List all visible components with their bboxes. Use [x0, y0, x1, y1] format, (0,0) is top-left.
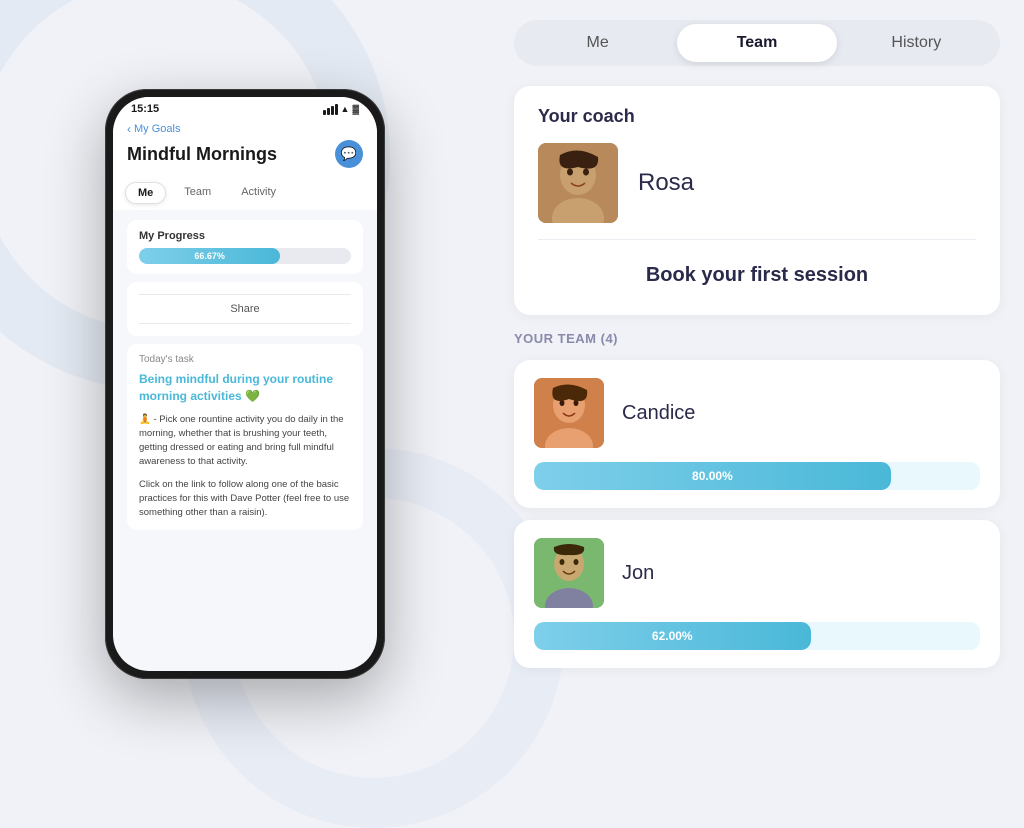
- phone-tab-me[interactable]: Me: [125, 182, 166, 204]
- header-row: Mindful Mornings 💬: [127, 140, 363, 168]
- right-panel: Me Team History Your coach: [490, 0, 1024, 768]
- top-tab-bar: Me Team History: [514, 20, 1000, 66]
- member-name-jon: Jon: [622, 562, 654, 585]
- member-name-candice: Candice: [622, 402, 695, 425]
- coach-avatar-svg: [538, 143, 618, 223]
- status-time: 15:15: [131, 103, 159, 115]
- team-member-card-candice: Candice 80.00%: [514, 360, 1000, 508]
- member-progress-text-candice: 80.00%: [692, 469, 733, 483]
- member-progress-fill-jon: 62.00%: [534, 622, 811, 650]
- team-section-label: YOUR TEAM (4): [514, 331, 1000, 346]
- tab-me[interactable]: Me: [518, 24, 677, 62]
- phone-header: ‹ My Goals Mindful Mornings 💬: [113, 118, 377, 176]
- team-member-card-jon: Jon 62.00%: [514, 520, 1000, 668]
- battery-icon: ▓: [352, 104, 359, 114]
- member-progress-bg-candice: 80.00%: [534, 462, 980, 490]
- task-body-1: 🧘 - Pick one rountine activity you do da…: [139, 413, 351, 470]
- signal-icon: [323, 104, 338, 115]
- coach-card-separator: [538, 239, 976, 240]
- book-session-button[interactable]: Book your first session: [538, 256, 976, 295]
- phone-page-title: Mindful Mornings: [127, 144, 277, 165]
- phone-tab-activity[interactable]: Activity: [229, 182, 288, 204]
- task-label: Today's task: [139, 354, 351, 365]
- member-progress-text-jon: 62.00%: [652, 629, 693, 643]
- coach-section-label: Your coach: [538, 106, 976, 127]
- member-header-candice: Candice: [534, 378, 980, 448]
- phone-tabs: Me Team Activity: [113, 176, 377, 210]
- member-progress-fill-candice: 80.00%: [534, 462, 891, 490]
- tab-team[interactable]: Team: [677, 24, 836, 62]
- task-title: Being mindful during your routine mornin…: [139, 371, 351, 405]
- message-button[interactable]: 💬: [335, 140, 363, 168]
- wifi-icon: ▲: [341, 104, 350, 114]
- tab-history[interactable]: History: [837, 24, 996, 62]
- back-label: My Goals: [134, 123, 180, 135]
- member-header-jon: Jon: [534, 538, 980, 608]
- phone-mockup: 15:15 ▲ ▓ ‹ My Goals: [105, 89, 385, 679]
- member-progress-bg-jon: 62.00%: [534, 622, 980, 650]
- task-body-2: Click on the link to follow along one of…: [139, 478, 351, 521]
- member-avatar-candice: [534, 378, 604, 448]
- back-nav[interactable]: ‹ My Goals: [127, 122, 363, 136]
- progress-label: My Progress: [139, 230, 351, 242]
- progress-bar-background: 66.67%: [139, 248, 351, 264]
- task-section: Today's task Being mindful during your r…: [127, 344, 363, 530]
- phone-tab-team[interactable]: Team: [172, 182, 223, 204]
- back-chevron-icon: ‹: [127, 122, 131, 136]
- share-label[interactable]: Share: [139, 299, 351, 319]
- share-section: Share: [127, 282, 363, 336]
- divider-top: [139, 294, 351, 295]
- progress-bar-fill: 66.67%: [139, 248, 280, 264]
- progress-percentage: 66.67%: [194, 251, 225, 261]
- coach-avatar: [538, 143, 618, 223]
- coach-name: Rosa: [638, 169, 694, 197]
- progress-section: My Progress 66.67%: [127, 220, 363, 274]
- phone-panel: 15:15 ▲ ▓ ‹ My Goals: [0, 0, 490, 768]
- status-bar: 15:15 ▲ ▓: [113, 97, 377, 118]
- member-avatar-jon: [534, 538, 604, 608]
- phone-content: My Progress 66.67% Share Today's task: [113, 210, 377, 671]
- phone-screen: 15:15 ▲ ▓ ‹ My Goals: [113, 97, 377, 671]
- coach-info: Rosa: [538, 143, 976, 223]
- coach-avatar-image: [538, 143, 618, 223]
- coach-card: Your coach Rosa Boo: [514, 86, 1000, 315]
- status-icons: ▲ ▓: [323, 104, 359, 115]
- team-section: YOUR TEAM (4) Candice: [514, 331, 1000, 668]
- divider-bottom: [139, 323, 351, 324]
